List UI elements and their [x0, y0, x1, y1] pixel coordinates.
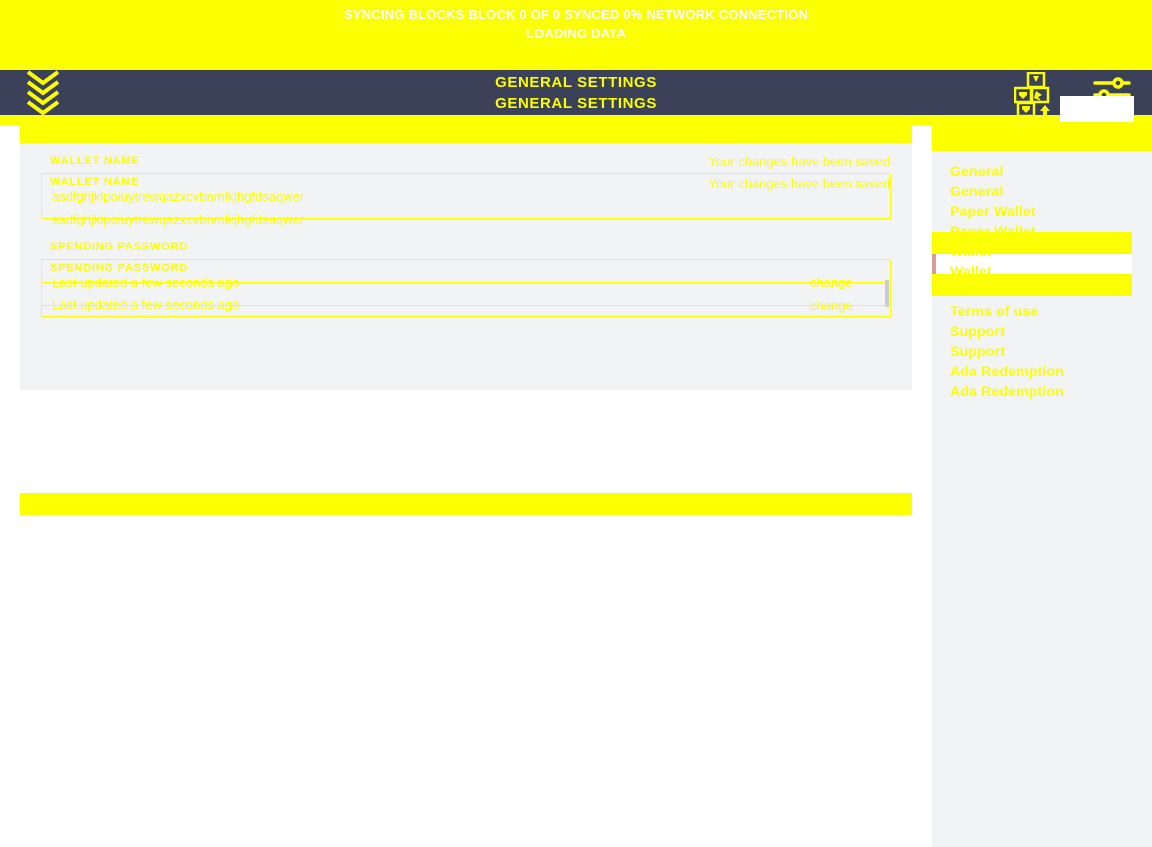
spending-password-scrollbar[interactable] [885, 280, 889, 307]
wallet-name-input-wrapper[interactable] [41, 173, 891, 219]
sidebar-top-strip [932, 125, 1152, 151]
sync-banner-line-1: SYNCING BLOCKS BLOCK 0 OF 0 SYNCED 0% NE… [343, 7, 809, 22]
wallet-name-label-row: WALLET NAME Your changes have been saved [50, 151, 890, 172]
sidebar-item-wallet[interactable]: Wallet [932, 241, 1132, 261]
settings-sidebar: General General Paper Wallet Paper Walle… [932, 125, 1152, 847]
spending-password-divider-1 [41, 282, 891, 283]
change-password-button-ghost: change [810, 298, 853, 313]
top-bar-underline [0, 115, 1152, 125]
panel-top-strip [20, 125, 912, 143]
spending-password-box[interactable] [41, 259, 891, 317]
wallet-name-saved-message: Your changes have been saved [708, 154, 890, 169]
apps-grid-icon[interactable] [1014, 71, 1058, 119]
sidebar-item-paper-wallet-ghost: Paper Wallet [950, 223, 1036, 239]
sidebar-item-terms-of-use[interactable]: Terms of use [932, 281, 1132, 301]
settings-icon-active-indicator [1060, 96, 1134, 122]
sidebar-item-ada-redemption[interactable]: Ada Redemption [932, 361, 1132, 381]
sidebar-item-support-ghost: Support [950, 343, 1006, 359]
sidebar-item-general[interactable]: General [932, 161, 1132, 181]
panel-bottom-strip [20, 493, 912, 515]
app-root: SYNCING BLOCKS BLOCK 0 OF 0 SYNCED 0% NE… [0, 0, 1152, 847]
network-sync-banner: SYNCING BLOCKS BLOCK 0 OF 0 SYNCED 0% NE… [0, 0, 1152, 70]
sidebar-item-paper-wallet[interactable]: Paper Wallet [932, 201, 1132, 221]
wallet-name-label: WALLET NAME [50, 155, 140, 167]
sidebar-item-support[interactable]: Support [932, 321, 1132, 341]
top-bar [0, 70, 1152, 120]
spending-password-divider-2 [41, 305, 891, 306]
sidebar-item-wallet-ghost: Wallet [950, 263, 992, 279]
sync-banner-line-2: LOADING DATA [525, 26, 627, 41]
change-password-button[interactable]: change [810, 272, 853, 293]
sidebar-item-ada-redemption-ghost: Ada Redemption [950, 383, 1065, 399]
sidebar-item-general-ghost: General [950, 183, 1004, 199]
daedalus-chevron-logo-icon[interactable] [22, 68, 64, 120]
wallet-name-input[interactable] [41, 173, 891, 219]
sidebar-item-terms-of-use-ghost: Terms of use [950, 303, 1039, 319]
